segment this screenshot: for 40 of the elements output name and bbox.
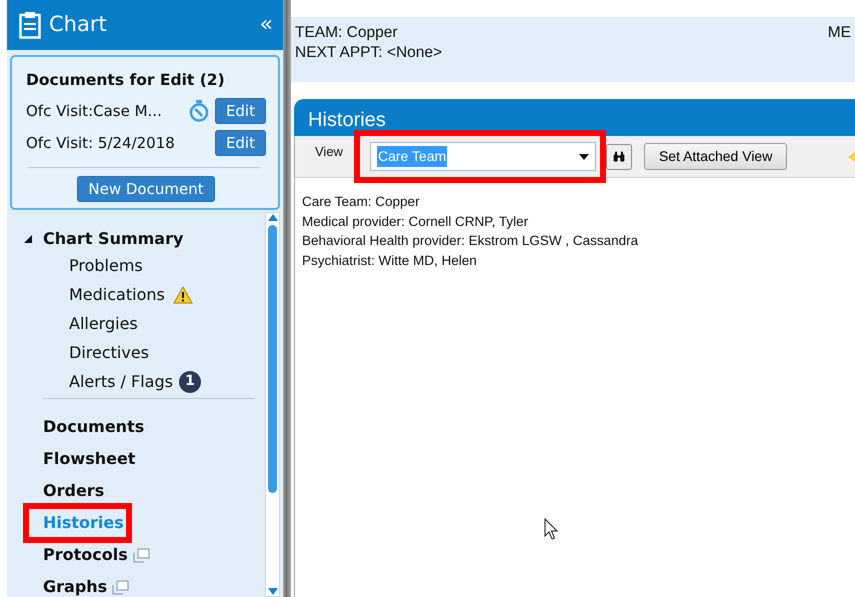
collapse-button[interactable]: « <box>260 14 273 36</box>
caret-icon <box>578 154 589 160</box>
document-link[interactable]: Ofc Visit: 5/24/2018 <box>26 132 215 154</box>
splitter-bar[interactable] <box>283 0 291 597</box>
nav-subitem[interactable]: Problems <box>69 254 143 278</box>
panel-title: Histories <box>308 109 386 131</box>
edit-button[interactable]: Edit <box>214 98 266 124</box>
mouse-cursor-icon <box>544 518 558 540</box>
set-attached-view-button[interactable]: Set Attached View <box>644 143 788 170</box>
nav-subitem[interactable]: Directives <box>69 340 149 365</box>
history-line: Medical provider: Cornell CRNP, Tyler <box>302 212 530 231</box>
banner-text: TEAM: Copper <box>295 23 399 43</box>
nav-item[interactable]: Documents <box>43 417 144 436</box>
nav-item[interactable]: Orders <box>43 481 104 500</box>
card-title: Documents for Edit (2) <box>26 70 226 91</box>
edit-button[interactable]: Edit <box>214 130 266 156</box>
nav-subitem[interactable]: Alerts / Flags <box>69 370 173 394</box>
find-button[interactable] <box>606 144 632 170</box>
binoculars-icon <box>612 148 625 164</box>
scrollbar[interactable] <box>265 212 280 597</box>
history-line: Behavioral Health provider: Ekstrom LGSW , Cassandra <box>302 232 640 250</box>
history-line: Psychiatrist: Witte MD, Helen <box>302 252 478 270</box>
nav-item[interactable]: Protocols <box>43 545 128 564</box>
nav-subitem[interactable]: Allergies <box>69 312 138 336</box>
expanded-icon[interactable] <box>23 234 33 244</box>
nav-item[interactable]: Flowsheet <box>43 449 136 468</box>
history-line: Care Team: Copper <box>302 193 421 211</box>
banner-text: ME <box>828 23 851 43</box>
banner-text: NEXT APPT: <None> <box>295 43 444 63</box>
sidebar-title: Chart <box>49 11 108 38</box>
scroll-down-icon[interactable] <box>268 587 278 596</box>
count-badge: 1 <box>178 370 201 393</box>
document-link[interactable]: Ofc Visit:Case M... <box>26 100 189 122</box>
clipboard-icon <box>19 11 41 39</box>
scroll-up-icon[interactable] <box>268 213 278 222</box>
nav-item[interactable]: Chart Summary <box>43 228 184 248</box>
nav-subitem[interactable]: Medications <box>69 282 165 307</box>
view-label: View <box>315 142 343 161</box>
new-document-button[interactable]: New Document <box>77 176 215 202</box>
nav-item[interactable]: Graphs <box>43 577 108 596</box>
